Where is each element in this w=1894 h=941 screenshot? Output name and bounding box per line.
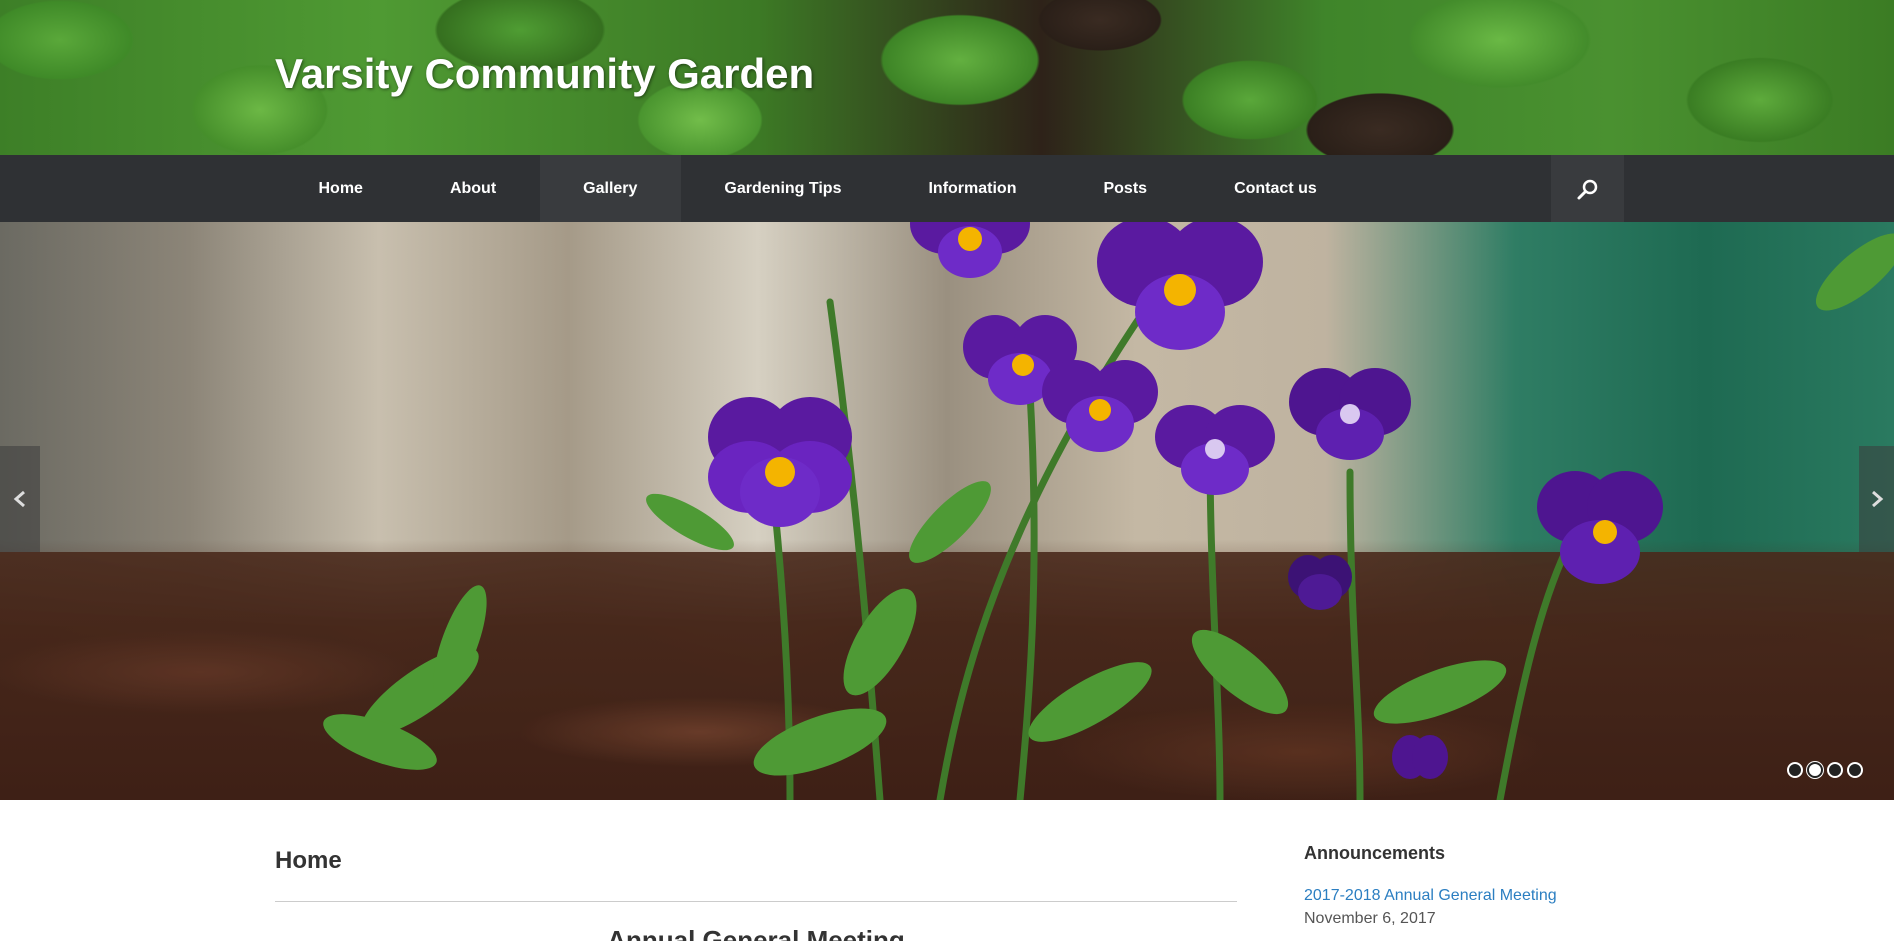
announcement-link[interactable]: 2017-2018 Annual General Meeting [1304, 887, 1557, 905]
hero-slider [0, 222, 1894, 800]
slider-dot-4[interactable] [1847, 762, 1863, 778]
announcement-date: November 6, 2017 [1304, 910, 1436, 927]
main-navigation: Home About Gallery Gardening Tips Inform… [0, 155, 1894, 222]
slider-pagination [1787, 762, 1863, 778]
main-content: Home Annual General Meeting [275, 800, 1237, 941]
nav-item-information[interactable]: Information [885, 155, 1060, 222]
slider-dot-2[interactable] [1807, 762, 1823, 778]
nav-item-posts[interactable]: Posts [1060, 155, 1191, 222]
nav-menu: Home About Gallery Gardening Tips Inform… [275, 155, 1360, 222]
slider-next-button[interactable] [1859, 446, 1894, 552]
site-header: Varsity Community Garden [0, 0, 1894, 155]
chevron-left-icon [13, 490, 25, 508]
sidebar: Announcements 2017-2018 Annual General M… [1304, 800, 1704, 941]
nav-item-about[interactable]: About [406, 155, 539, 222]
pansy-flowers-image [323, 222, 1894, 800]
nav-item-home[interactable]: Home [275, 155, 406, 222]
site-title[interactable]: Varsity Community Garden [275, 50, 814, 98]
slider-prev-button[interactable] [0, 446, 40, 552]
nav-item-gardening-tips[interactable]: Gardening Tips [681, 155, 885, 222]
post-heading: Annual General Meeting [607, 925, 905, 941]
page-title: Home [275, 847, 342, 874]
divider [275, 901, 1237, 902]
slider-dot-1[interactable] [1787, 762, 1803, 778]
search-icon [1577, 179, 1597, 199]
chevron-right-icon [1871, 490, 1883, 508]
nav-item-contact-us[interactable]: Contact us [1191, 155, 1361, 222]
search-button[interactable] [1551, 155, 1624, 222]
nav-item-gallery[interactable]: Gallery [539, 155, 681, 222]
announcements-title: Announcements [1304, 843, 1446, 863]
slider-dot-3[interactable] [1827, 762, 1843, 778]
